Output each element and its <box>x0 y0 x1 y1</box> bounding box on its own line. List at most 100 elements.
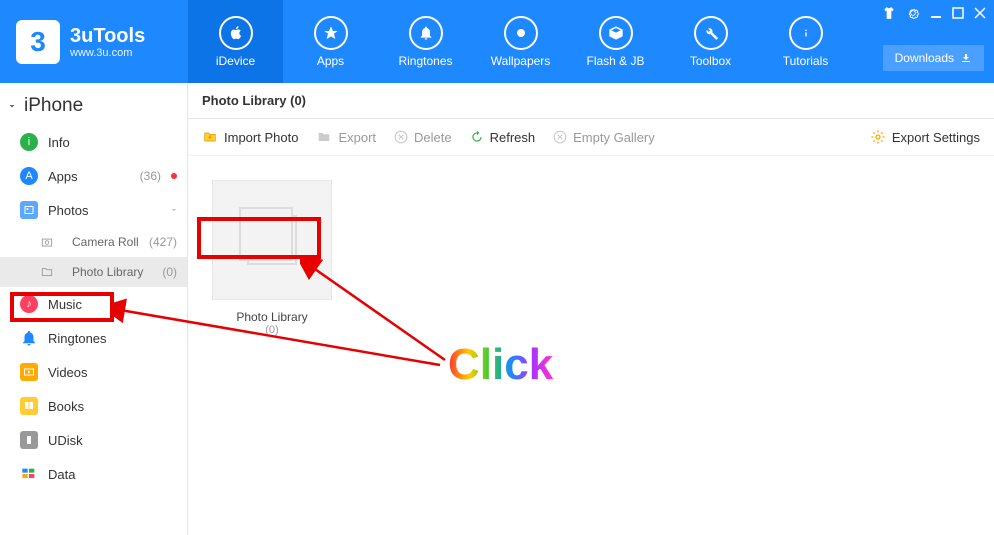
tshirt-icon[interactable] <box>882 6 896 23</box>
bell-icon <box>409 16 443 50</box>
sidebar-label: Music <box>48 297 177 312</box>
tab-label: Wallpapers <box>491 54 551 68</box>
toolbar-label: Export <box>338 130 376 145</box>
device-row[interactable]: iPhone <box>0 91 187 125</box>
tab-wallpapers[interactable]: Wallpapers <box>473 0 568 83</box>
apple-icon <box>219 16 253 50</box>
sidebar: iPhone i Info A Apps (36) Photos Camera … <box>0 83 188 535</box>
toolbar-label: Export Settings <box>892 130 980 145</box>
toolbar-label: Empty Gallery <box>573 130 655 145</box>
nav-tabs: iDevice Apps Ringtones Wallpapers Flash … <box>188 0 853 83</box>
app-title: 3uTools <box>70 25 145 47</box>
sidebar-sub-camera-roll[interactable]: Camera Roll (427) <box>0 227 187 257</box>
bell-icon <box>20 329 38 347</box>
sidebar-count: (0) <box>162 265 177 279</box>
sidebar-item-data[interactable]: Data <box>0 457 187 491</box>
data-icon <box>20 465 38 483</box>
tab-label: iDevice <box>216 54 255 68</box>
export-icon <box>316 129 332 145</box>
tab-label: Ringtones <box>398 54 452 68</box>
sidebar-label: Camera Roll <box>72 235 139 249</box>
sidebar-count: (427) <box>149 235 177 249</box>
tab-toolbox[interactable]: Toolbox <box>663 0 758 83</box>
photos-icon <box>20 201 38 219</box>
thumb-label: Photo Library <box>212 310 332 324</box>
sidebar-item-apps[interactable]: A Apps (36) <box>0 159 187 193</box>
tab-ringtones[interactable]: Ringtones <box>378 0 473 83</box>
sidebar-label: Apps <box>48 169 130 184</box>
downloads-label: Downloads <box>895 51 954 65</box>
sidebar-item-ringtones[interactable]: Ringtones <box>0 321 187 355</box>
stacked-photos-icon <box>247 215 297 265</box>
toolbar: Import Photo Export Delete Refresh Empty… <box>188 119 994 156</box>
apps-icon: A <box>20 167 38 185</box>
sidebar-label: Photos <box>48 203 177 218</box>
sidebar-label: Info <box>48 135 177 150</box>
apps-icon <box>314 16 348 50</box>
maximize-icon[interactable] <box>952 7 964 22</box>
settings-icon[interactable] <box>906 6 920 23</box>
udisk-icon <box>20 431 38 449</box>
top-bar: 3 3uTools www.3u.com iDevice Apps Ringto… <box>0 0 994 83</box>
tab-idevice[interactable]: iDevice <box>188 0 283 83</box>
annotation-click-text: Click <box>448 340 553 390</box>
tools-icon <box>694 16 728 50</box>
tab-apps[interactable]: Apps <box>283 0 378 83</box>
tab-label: Tutorials <box>783 54 829 68</box>
sidebar-item-udisk[interactable]: UDisk <box>0 423 187 457</box>
camera-icon <box>40 235 54 249</box>
chevron-down-small-icon <box>169 205 179 215</box>
thumb-count: (0) <box>212 324 332 336</box>
export-settings-button[interactable]: Export Settings <box>870 129 980 145</box>
export-button[interactable]: Export <box>316 129 376 145</box>
gear-icon <box>870 129 886 145</box>
folder-icon <box>40 265 54 279</box>
sidebar-label: Data <box>48 467 177 482</box>
music-icon: ♪ <box>20 295 38 313</box>
sidebar-label: UDisk <box>48 433 177 448</box>
sidebar-item-books[interactable]: Books <box>0 389 187 423</box>
window-controls <box>882 6 986 23</box>
empty-icon <box>553 130 567 144</box>
sidebar-item-photos[interactable]: Photos <box>0 193 187 227</box>
sidebar-count: (36) <box>140 169 161 183</box>
refresh-button[interactable]: Refresh <box>470 130 536 145</box>
content: Photo Library (0) Import Photo Export De… <box>188 83 994 535</box>
logo-icon: 3 <box>16 20 60 64</box>
import-photo-button[interactable]: Import Photo <box>202 129 298 145</box>
tab-flash-jb[interactable]: Flash & JB <box>568 0 663 83</box>
sidebar-item-info[interactable]: i Info <box>0 125 187 159</box>
device-name: iPhone <box>24 95 83 117</box>
tab-tutorials[interactable]: Tutorials <box>758 0 853 83</box>
close-icon[interactable] <box>974 7 986 22</box>
sidebar-item-videos[interactable]: Videos <box>0 355 187 389</box>
delete-icon <box>394 130 408 144</box>
sidebar-item-music[interactable]: ♪ Music <box>0 287 187 321</box>
sidebar-sub-photo-library[interactable]: Photo Library (0) <box>0 257 187 287</box>
toolbar-label: Delete <box>414 130 452 145</box>
empty-gallery-button[interactable]: Empty Gallery <box>553 130 655 145</box>
sidebar-label: Photo Library <box>72 265 152 279</box>
tab-label: Apps <box>317 54 344 68</box>
box-icon <box>599 16 633 50</box>
sidebar-label: Books <box>48 399 177 414</box>
info-icon <box>789 16 823 50</box>
toolbar-label: Refresh <box>490 130 536 145</box>
delete-button[interactable]: Delete <box>394 130 452 145</box>
import-icon <box>202 129 218 145</box>
sidebar-label: Ringtones <box>48 331 177 346</box>
downloads-button[interactable]: Downloads <box>883 45 984 71</box>
sidebar-label: Videos <box>48 365 177 380</box>
minimize-icon[interactable] <box>930 7 942 22</box>
books-icon <box>20 397 38 415</box>
tab-label: Flash & JB <box>586 54 644 68</box>
tab-label: Toolbox <box>690 54 731 68</box>
update-badge-icon <box>171 173 177 179</box>
content-header-title: Photo Library (0) <box>188 83 994 119</box>
logo-area: 3 3uTools www.3u.com <box>0 20 188 64</box>
info-icon: i <box>20 133 38 151</box>
videos-icon <box>20 363 38 381</box>
folder-item[interactable]: Photo Library (0) <box>212 180 970 336</box>
app-subtitle: www.3u.com <box>70 47 145 59</box>
download-icon <box>960 52 972 64</box>
